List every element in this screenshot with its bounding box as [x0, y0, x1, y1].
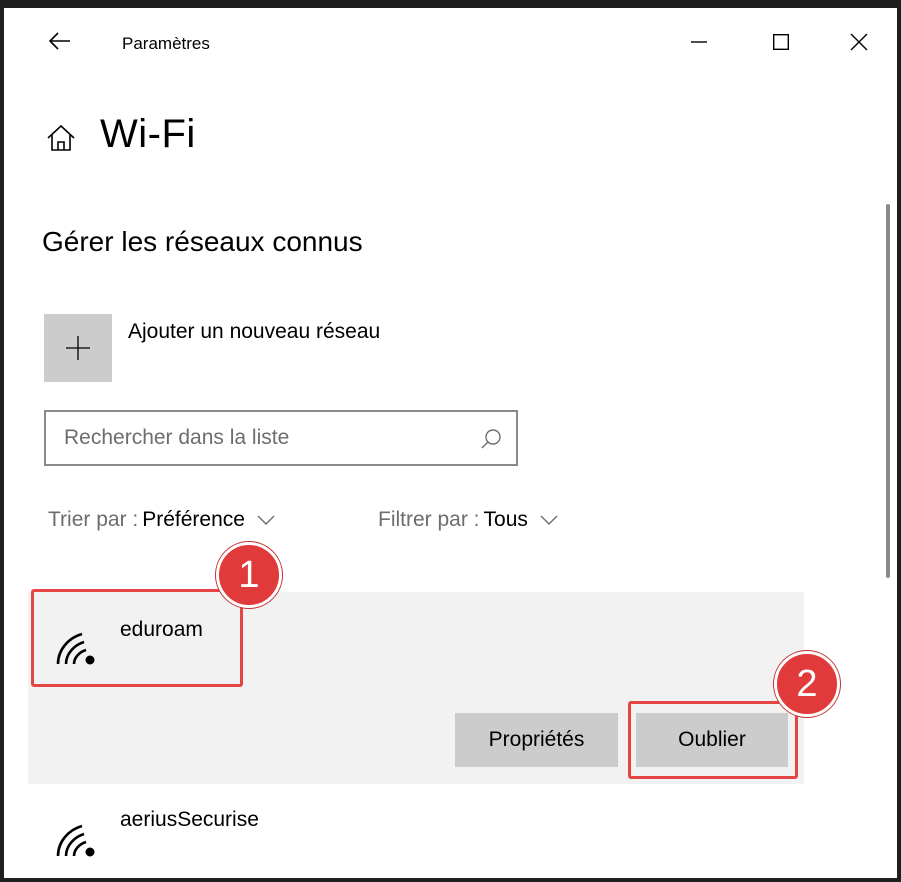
title-bar: Paramètres: [4, 8, 897, 76]
annotation-highlight-1: [31, 589, 243, 687]
add-network-button[interactable]: [44, 314, 112, 382]
annotation-badge-1: 1: [216, 542, 282, 608]
home-icon[interactable]: [44, 122, 78, 156]
close-button[interactable]: [836, 22, 882, 62]
annotation-highlight-2: [628, 701, 798, 779]
network-name: aeriusSecurise: [120, 808, 259, 831]
minimize-button[interactable]: [676, 22, 722, 62]
maximize-button[interactable]: [758, 22, 804, 62]
search-input[interactable]: [64, 426, 464, 450]
properties-button[interactable]: Propriétés: [455, 713, 618, 767]
filter-value: Tous: [483, 508, 528, 531]
chevron-down-icon: [540, 515, 558, 525]
chevron-down-icon: [257, 515, 275, 525]
add-network-label[interactable]: Ajouter un nouveau réseau: [128, 320, 380, 344]
scrollbar[interactable]: [886, 204, 890, 578]
maximize-icon: [773, 34, 789, 50]
plus-icon: [66, 336, 90, 360]
filter-dropdown[interactable]: Filtrer par : Tous: [378, 508, 558, 532]
annotation-badge-2: 2: [774, 651, 840, 717]
filter-label: Filtrer par :: [378, 508, 480, 531]
sort-value: Préférence: [142, 508, 245, 531]
back-button[interactable]: [40, 24, 80, 58]
arrow-left-icon: [49, 32, 70, 50]
close-icon: [850, 33, 868, 51]
sort-dropdown[interactable]: Trier par : Préférence: [48, 508, 275, 532]
wifi-icon: [56, 824, 95, 857]
search-icon[interactable]: [480, 428, 502, 450]
app-title: Paramètres: [122, 34, 210, 53]
page-title: Wi-Fi: [100, 112, 196, 156]
minimize-icon: [691, 41, 707, 43]
sort-label: Trier par :: [48, 508, 139, 531]
section-title: Gérer les réseaux connus: [42, 226, 363, 257]
search-field[interactable]: [44, 410, 518, 466]
